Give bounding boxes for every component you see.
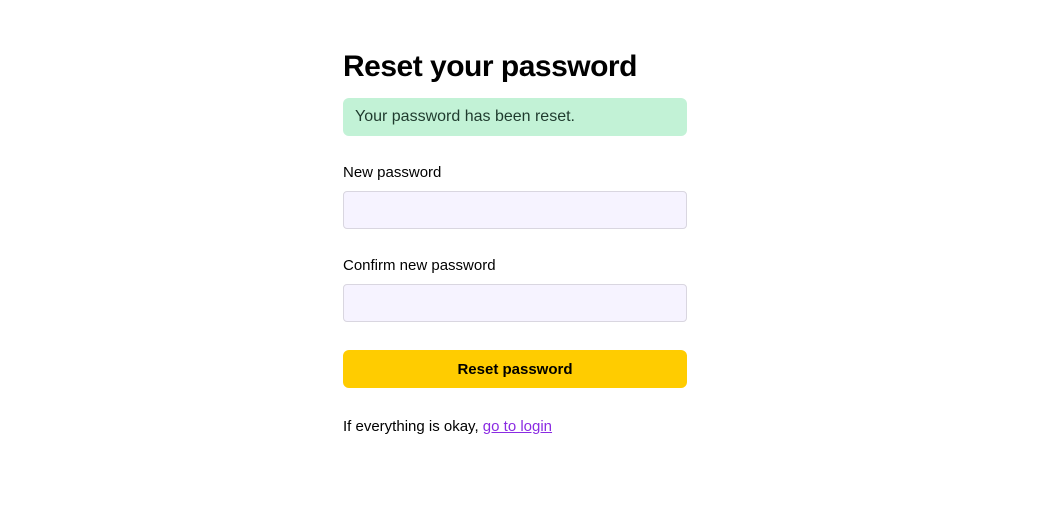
reset-password-button[interactable]: Reset password: [343, 350, 687, 388]
go-to-login-link[interactable]: go to login: [483, 418, 552, 435]
confirm-password-input[interactable]: [343, 284, 687, 322]
confirm-password-label: Confirm new password: [343, 257, 687, 274]
reset-password-form: Reset your password Your password has be…: [343, 50, 687, 435]
page-title: Reset your password: [343, 50, 687, 84]
footer-prefix: If everything is okay,: [343, 418, 483, 435]
new-password-group: New password: [343, 164, 687, 229]
confirm-password-group: Confirm new password: [343, 257, 687, 322]
new-password-input[interactable]: [343, 191, 687, 229]
footer-text: If everything is okay, go to login: [343, 418, 687, 435]
new-password-label: New password: [343, 164, 687, 181]
success-banner: Your password has been reset.: [343, 98, 687, 136]
